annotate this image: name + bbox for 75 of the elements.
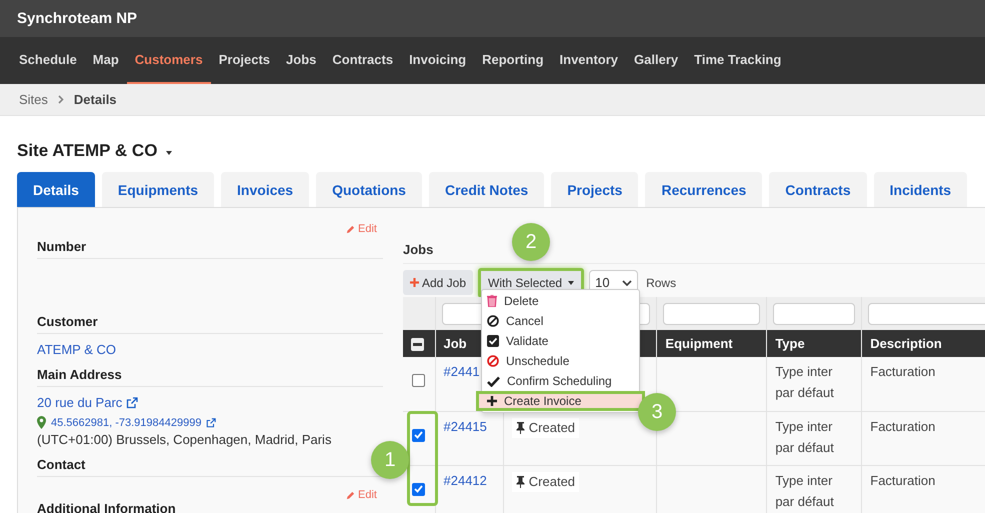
status-tag: Created <box>512 472 580 492</box>
check-icon <box>487 376 500 386</box>
row-checkbox[interactable] <box>412 428 426 442</box>
tab[interactable]: Contracts <box>769 172 867 207</box>
chevron-right-icon <box>58 95 64 104</box>
select-all-checkbox[interactable] <box>411 338 424 352</box>
trash-icon <box>487 295 497 307</box>
plus-icon <box>410 278 419 287</box>
table-cell: Type inter par défaut <box>775 418 834 454</box>
nav-item[interactable]: Jobs <box>278 37 324 84</box>
ban-icon <box>487 355 499 367</box>
filter-field[interactable] <box>773 302 856 324</box>
filter-field[interactable] <box>663 302 760 324</box>
breadcrumb-item[interactable]: Details <box>74 92 117 107</box>
plus-icon <box>487 396 497 406</box>
customer-link[interactable]: ATEMP & CO <box>37 342 116 357</box>
table-cell: Facturation <box>870 364 936 379</box>
row-checkbox[interactable] <box>412 374 426 388</box>
tab[interactable]: Projects <box>551 172 638 207</box>
breadcrumb-item[interactable]: Sites <box>19 92 48 107</box>
menu-item[interactable]: Unschedule <box>482 351 639 371</box>
section-label: Customer <box>37 314 383 334</box>
checked-box-icon <box>487 335 499 347</box>
section-label: Number <box>37 239 383 259</box>
table-cell: Facturation <box>870 472 936 488</box>
tab[interactable]: Equipments <box>102 172 214 207</box>
pin-icon <box>516 476 525 488</box>
tab[interactable]: Details <box>17 172 95 207</box>
external-link-icon[interactable] <box>206 418 216 428</box>
pin-icon <box>516 422 525 434</box>
timezone-text: (UTC+01:00) Brussels, Copenhagen, Madrid, Paris <box>37 432 332 447</box>
table-cell: Type inter par défaut <box>775 472 834 508</box>
column-header[interactable]: Job <box>444 336 467 351</box>
tab[interactable]: Quotations <box>316 172 422 207</box>
nav-item[interactable]: Invoicing <box>401 37 474 84</box>
nav-item[interactable]: Time Tracking <box>686 37 790 84</box>
section-label: Additional Information <box>37 501 383 513</box>
section-label: Main Address <box>37 367 383 387</box>
nav-item[interactable]: Map <box>84 37 127 84</box>
pencil-icon <box>346 224 356 234</box>
nav-item[interactable]: Reporting <box>474 37 552 84</box>
tab[interactable]: Incidents <box>874 172 968 207</box>
menu-item[interactable]: Create Invoice <box>476 391 645 411</box>
pencil-icon <box>346 490 356 500</box>
page-title[interactable]: Site ATEMP & CO <box>17 141 158 161</box>
rows-label: Rows <box>646 276 676 290</box>
nav-item[interactable]: Projects <box>210 37 278 84</box>
ban-icon <box>487 315 499 327</box>
address-link[interactable]: 20 rue du Parc <box>37 395 122 410</box>
tab[interactable]: Recurrences <box>645 172 762 207</box>
table-cell: Type inter par défaut <box>775 364 834 400</box>
map-pin-icon <box>37 416 46 429</box>
job-link[interactable]: #24412 <box>444 472 487 488</box>
job-link[interactable]: #24415 <box>444 418 487 434</box>
menu-item[interactable]: Confirm Scheduling <box>482 371 639 391</box>
nav-item[interactable]: Schedule <box>11 37 85 84</box>
add-job-button[interactable]: Add Job <box>403 270 474 295</box>
external-link-icon[interactable] <box>126 396 138 408</box>
status-tag: Created <box>512 418 580 438</box>
menu-item[interactable]: Cancel <box>482 311 639 331</box>
caret-icon[interactable] <box>166 151 172 155</box>
nav-item[interactable]: Inventory <box>552 37 626 84</box>
nav-item[interactable]: Contracts <box>324 37 402 84</box>
row-checkbox[interactable] <box>412 482 426 496</box>
filter-field[interactable] <box>868 302 985 324</box>
tab[interactable]: Credit Notes <box>428 172 544 207</box>
table-cell: Facturation <box>870 418 936 434</box>
job-link[interactable]: #2441 <box>444 364 480 379</box>
menu-item[interactable]: Validate <box>482 331 639 351</box>
nav-item[interactable]: Gallery <box>626 37 686 84</box>
app-title: Synchroteam NP <box>17 10 138 27</box>
chevron-down-icon <box>622 280 632 286</box>
column-header[interactable]: Type <box>775 336 805 351</box>
coordinates-link[interactable]: 45.5662981, -73.91984429999 <box>51 416 202 428</box>
tab[interactable]: Invoices <box>221 172 310 207</box>
